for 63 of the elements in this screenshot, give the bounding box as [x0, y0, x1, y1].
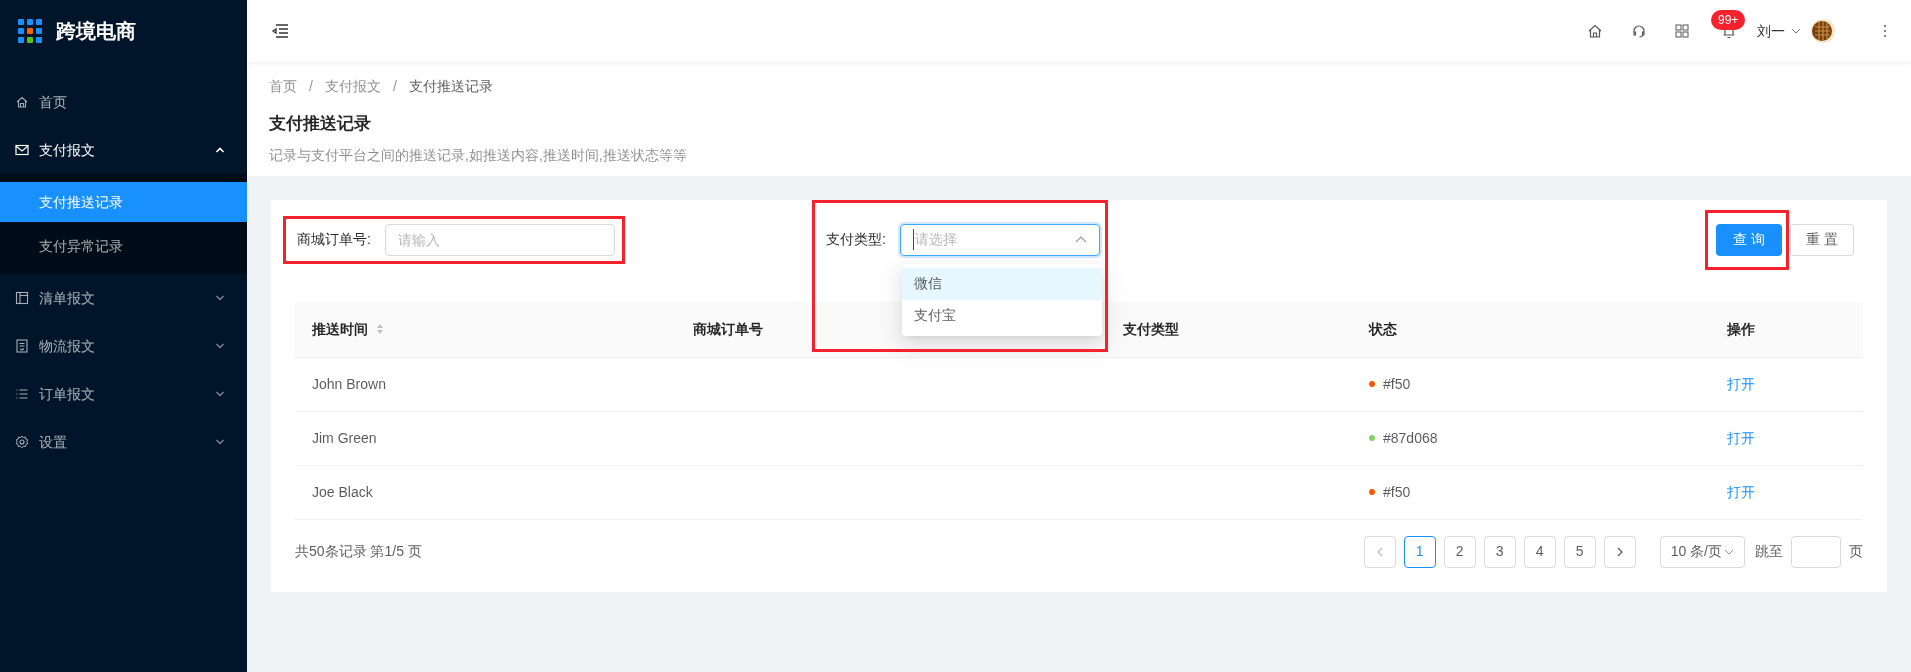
sidebar-item[interactable]: 首页	[0, 78, 247, 126]
menu-fold-icon[interactable]	[271, 23, 289, 39]
input-field[interactable]: 请输入	[384, 223, 615, 256]
avatar	[1811, 19, 1835, 43]
headset-icon[interactable]	[1631, 23, 1647, 39]
page-description: 记录与支付平台之间的推送记录,如推送内容,推送时间,推送状态等等	[269, 145, 688, 165]
list-icon	[15, 387, 29, 401]
sidebar-item[interactable]: 设置	[0, 418, 247, 466]
chevron-down-icon	[215, 391, 225, 397]
chevron-down-icon	[215, 295, 225, 301]
chevron-right-icon	[1616, 546, 1623, 557]
envelope-icon	[15, 143, 29, 157]
home-icon[interactable]	[1587, 23, 1603, 39]
column-header: 商城订单号	[693, 319, 763, 339]
column-header: 状态	[1369, 319, 1397, 339]
logo-icon	[18, 19, 42, 43]
chevron-down-icon	[215, 439, 225, 445]
reset-button[interactable]: 重 置	[1790, 223, 1854, 256]
chevron-left-icon	[1376, 546, 1383, 557]
sidebar-item[interactable]: 清单报文	[0, 274, 247, 322]
grid-icon[interactable]	[1675, 24, 1689, 38]
page-suffix: 页	[1849, 542, 1863, 561]
page-button[interactable]: 3	[1483, 535, 1516, 568]
status-text: #f50	[1383, 374, 1411, 394]
sidebar-item[interactable]: 支付报文	[0, 126, 247, 174]
table-cell-text: Joe Black	[312, 482, 373, 502]
chevron-up-icon	[215, 147, 225, 153]
layout-icon	[15, 291, 29, 305]
chevron-down-icon	[215, 343, 225, 349]
status-text: #87d068	[1383, 428, 1438, 448]
gear-icon	[15, 435, 29, 449]
dropdown-option[interactable]: 微信	[901, 267, 1102, 300]
more-icon[interactable]	[1883, 24, 1887, 38]
chevron-down-icon	[1724, 548, 1734, 555]
table-cell-text: Jim Green	[312, 428, 377, 448]
column-header: 操作	[1727, 319, 1755, 339]
chevron-up-icon	[1074, 236, 1087, 243]
column-header: 支付类型	[1123, 319, 1179, 339]
user-name[interactable]: 刘一	[1757, 20, 1785, 42]
chevron-down-icon	[1791, 28, 1801, 34]
table-cell-text: John Brown	[312, 374, 386, 394]
document-icon	[15, 339, 29, 353]
notification-badge: 99+	[1711, 10, 1746, 30]
status-text: #f50	[1383, 482, 1411, 502]
submenu-item[interactable]: 支付异常记录	[0, 226, 247, 266]
sidebar-item[interactable]: 物流报文	[0, 322, 247, 370]
breadcrumb-separator: /	[308, 77, 314, 96]
column-header[interactable]: 推送时间	[312, 318, 368, 340]
page-jump-field[interactable]	[1791, 535, 1841, 568]
home-icon	[15, 95, 29, 109]
field-label: 支付类型:	[825, 230, 886, 249]
app-name: 跨境电商	[56, 19, 136, 44]
sidebar-item[interactable]: 订单报文	[0, 370, 247, 418]
page-size-select[interactable]: 10 条/页	[1659, 535, 1745, 568]
pagination-total: 共50条记录 第1/5 页	[295, 542, 422, 561]
breadcrumb-separator: /	[391, 77, 398, 96]
page-button[interactable]: 5	[1563, 535, 1596, 568]
page-button[interactable]: 2	[1443, 535, 1476, 568]
dropdown-option[interactable]: 支付宝	[901, 299, 1102, 332]
field-label: 商城订单号:	[297, 230, 371, 249]
jump-label: 跳至	[1755, 542, 1783, 561]
page-button[interactable]: 4	[1523, 535, 1556, 568]
page-title: 支付推送记录	[269, 113, 372, 135]
